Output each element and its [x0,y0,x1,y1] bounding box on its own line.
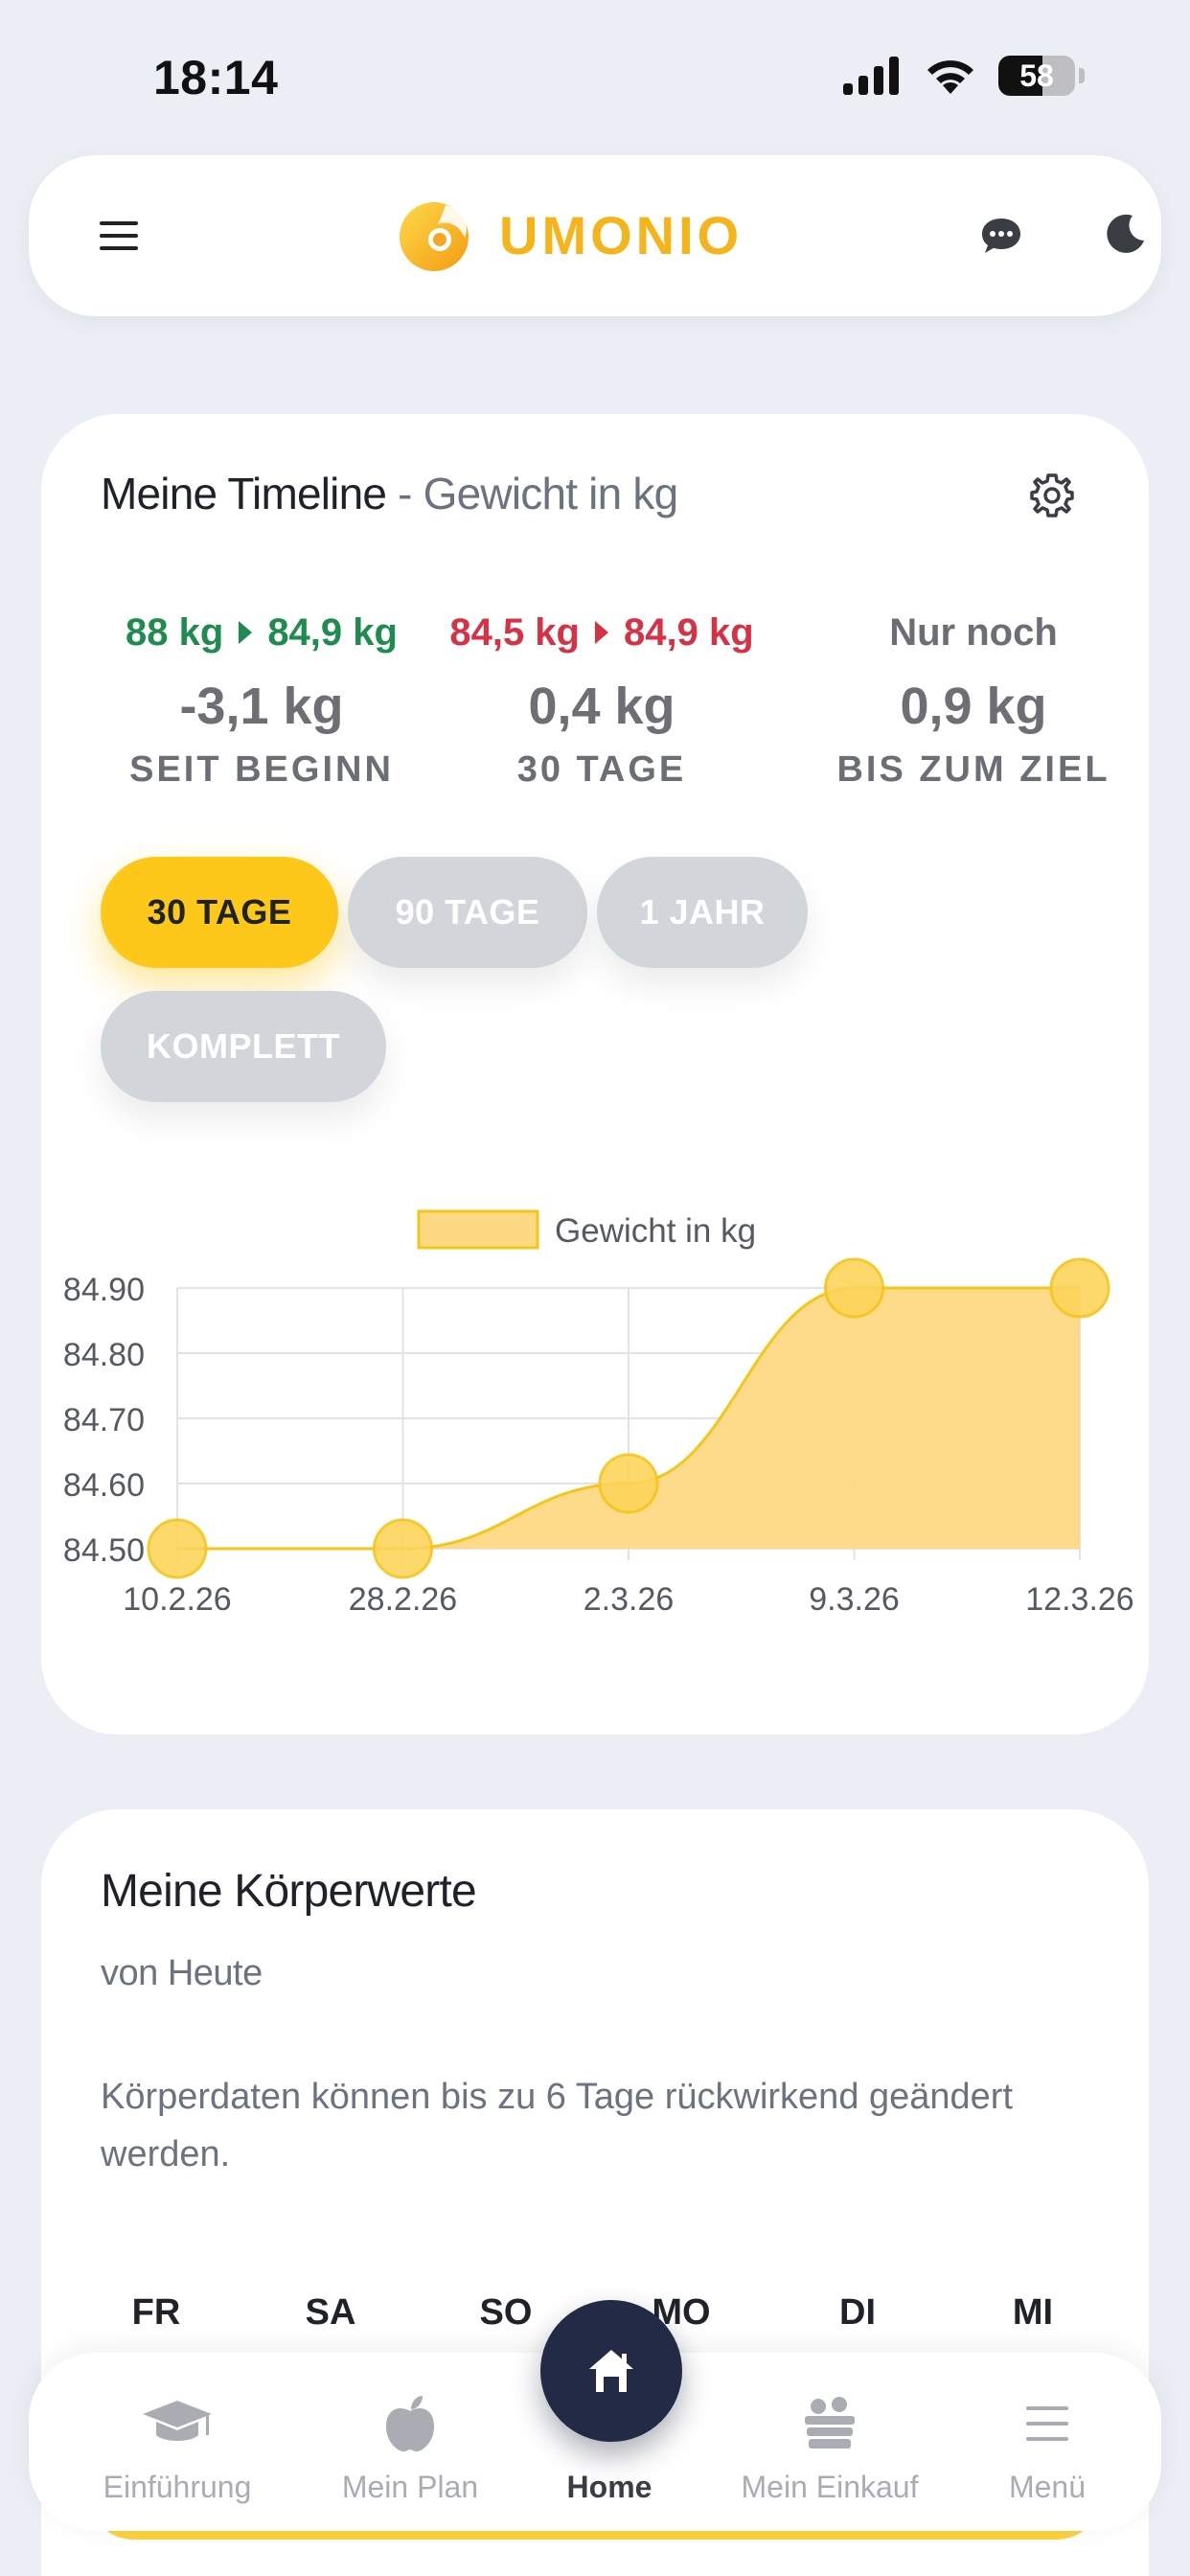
timeline-title: Meine Timeline - Gewicht in kg [101,468,678,519]
weight-chart: 84.50 84.60 84.70 84.80 84.90 10.2.26 28.2.26 2… [63,1209,1134,1618]
moon-icon [1107,214,1144,253]
stat-range: Nur noch [782,606,1165,659]
y-tick-label: 84.50 [63,1532,145,1569]
status-time: 18:14 [153,51,279,104]
app-header: UMONIO [29,155,1161,316]
stat-range: 88 kg 84,9 kg [70,606,453,659]
stat-prefix: Nur noch [889,610,1058,654]
battery-percent: 58 [1019,58,1054,93]
weekday-so[interactable]: SO [448,2292,563,2334]
menu-icon [1026,2406,1068,2441]
graduation-cap-icon [143,2401,212,2441]
x-tick-label: 12.3.26 [1025,1581,1133,1618]
battery-tip [1079,68,1085,83]
stat-since-start: 88 kg 84,9 kg -3,1 kg SEIT BEGINN [70,606,453,791]
stat-to: 84,9 kg [624,610,754,654]
cellular-signal-icon [843,57,899,95]
status-icons: 58 [843,56,1085,96]
body-values-note: Körperdaten können bis zu 6 Tage rückwir… [101,2077,1014,2174]
chat-bubble-icon [982,218,1020,253]
weight-stats: 88 kg 84,9 kg -3,1 kg SEIT BEGINN 84,5 k… [41,606,1149,797]
apple-icon [386,2396,434,2451]
stat-to: 84,9 kg [267,610,398,654]
y-tick-label: 84.70 [63,1402,145,1438]
timeline-card: Meine Timeline - Gewicht in kg 88 kg 84,… [41,414,1149,1735]
nav-label: Mein Einkauf [741,2470,919,2504]
stat-from: 88 kg [126,610,224,654]
nav-label: Home [566,2470,652,2504]
y-tick-label: 84.80 [63,1337,145,1373]
wifi-icon [927,60,973,94]
stat-range: 84,5 kg 84,9 kg [410,606,793,659]
x-tick-label: 28.2.26 [349,1581,457,1618]
weekday-di[interactable]: DI [800,2292,915,2334]
x-tick-label: 9.3.26 [809,1581,900,1618]
body-values-title: Meine Körperwerte [101,1866,477,1917]
range-1-year-button[interactable]: 1 JAHR [597,857,808,968]
menu-button[interactable] [88,215,149,257]
nav-menu[interactable]: Menü [942,2393,1153,2505]
stat-value: -3,1 kg [179,678,344,735]
nav-label: Mein Plan [341,2470,479,2504]
legend-swatch [417,1209,539,1250]
data-point [598,1453,659,1514]
stat-label: BIS ZUM ZIEL [836,749,1110,790]
nav-label: Menü [1008,2470,1087,2504]
timeline-title-sub: - Gewicht in kg [386,469,678,518]
weekday-sa[interactable]: SA [273,2292,388,2334]
stat-from: 84,5 kg [449,610,580,654]
weekday-mi[interactable]: MI [975,2292,1090,2334]
status-bar: 18:14 58 [0,0,1190,144]
brand-name: UMONIO [499,204,744,265]
nav-label: Einführung [103,2470,252,2504]
x-tick-label: 2.3.26 [584,1581,675,1618]
umonio-logo-icon [400,202,469,271]
nav-mein-plan[interactable]: Mein Plan [305,2393,515,2505]
stat-label: SEIT BEGINN [129,749,394,790]
arrow-right-icon [239,621,253,644]
range-complete-button[interactable]: KOMPLETT [101,991,386,1102]
range-30-days-button[interactable]: 30 TAGE [101,857,338,968]
arrow-right-icon [595,621,608,644]
stat-value: 0,9 kg [900,678,1047,735]
y-tick-label: 84.90 [63,1272,145,1308]
timeline-settings-button[interactable] [1028,472,1076,519]
nav-einfuehrung[interactable]: Einführung [72,2393,283,2505]
data-point [824,1257,884,1319]
stat-to-goal: Nur noch 0,9 kg BIS ZUM ZIEL [782,606,1165,791]
legend-label: Gewicht in kg [555,1212,756,1250]
range-90-days-button[interactable]: 90 TAGE [348,857,587,968]
battery-indicator: 58 [998,56,1075,96]
home-button[interactable] [540,2300,682,2442]
stat-label: 30 TAGE [516,749,687,790]
timeline-title-main: Meine Timeline [101,469,387,518]
data-point [147,1518,208,1579]
brand-logo: UMONIO [396,196,743,274]
home-icon [589,2350,633,2392]
y-tick-label: 84.60 [63,1467,145,1504]
body-values-subtitle: von Heute [101,1953,263,1993]
hamburger-icon [100,221,138,250]
gear-icon [1030,473,1074,518]
nav-mein-einkauf[interactable]: Mein Einkauf [724,2393,935,2505]
chat-button[interactable] [973,209,1030,263]
data-point [373,1518,433,1579]
grocery-basket-icon [805,2397,855,2449]
x-tick-label: 10.2.26 [123,1581,231,1618]
data-point [1049,1257,1110,1319]
dark-mode-toggle[interactable] [1097,205,1155,263]
stat-30-days: 84,5 kg 84,9 kg 0,4 kg 30 TAGE [410,606,793,791]
stat-value: 0,4 kg [528,678,675,735]
weekday-fr[interactable]: FR [99,2292,214,2334]
